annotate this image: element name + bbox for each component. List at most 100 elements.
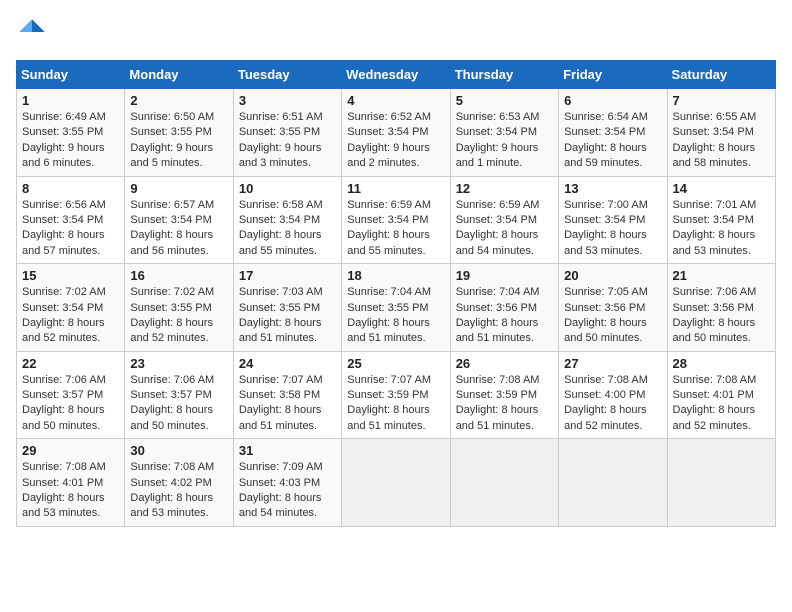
day-info: Sunrise: 6:53 AM Sunset: 3:54 PM Dayligh… [456,110,553,172]
day-info: Sunrise: 6:58 AM Sunset: 3:54 PM Dayligh… [239,198,336,260]
calendar-cell: 28 Sunrise: 7:08 AM Sunset: 4:01 PM Dayl… [667,351,775,439]
calendar-cell: 20 Sunrise: 7:05 AM Sunset: 3:56 PM Dayl… [559,264,667,352]
calendar-cell: 1 Sunrise: 6:49 AM Sunset: 3:55 PM Dayli… [17,89,125,177]
calendar-cell [450,439,558,527]
day-info: Sunrise: 6:50 AM Sunset: 3:55 PM Dayligh… [130,110,227,172]
day-info: Sunrise: 7:08 AM Sunset: 4:01 PM Dayligh… [22,460,119,522]
calendar-cell [342,439,450,527]
calendar-cell: 31 Sunrise: 7:09 AM Sunset: 4:03 PM Dayl… [233,439,341,527]
day-number: 30 [130,443,227,458]
calendar-cell: 7 Sunrise: 6:55 AM Sunset: 3:54 PM Dayli… [667,89,775,177]
calendar-cell: 14 Sunrise: 7:01 AM Sunset: 3:54 PM Dayl… [667,176,775,264]
day-info: Sunrise: 6:59 AM Sunset: 3:54 PM Dayligh… [347,198,444,260]
weekday-header-wednesday: Wednesday [342,61,450,89]
day-info: Sunrise: 7:02 AM Sunset: 3:54 PM Dayligh… [22,285,119,347]
day-info: Sunrise: 7:02 AM Sunset: 3:55 PM Dayligh… [130,285,227,347]
calendar-cell: 24 Sunrise: 7:07 AM Sunset: 3:58 PM Dayl… [233,351,341,439]
calendar-cell: 27 Sunrise: 7:08 AM Sunset: 4:00 PM Dayl… [559,351,667,439]
day-info: Sunrise: 6:49 AM Sunset: 3:55 PM Dayligh… [22,110,119,172]
day-info: Sunrise: 6:56 AM Sunset: 3:54 PM Dayligh… [22,198,119,260]
day-number: 23 [130,356,227,371]
calendar-cell: 12 Sunrise: 6:59 AM Sunset: 3:54 PM Dayl… [450,176,558,264]
day-number: 3 [239,93,336,108]
day-number: 14 [673,181,770,196]
day-number: 25 [347,356,444,371]
day-number: 10 [239,181,336,196]
day-number: 31 [239,443,336,458]
weekday-header-tuesday: Tuesday [233,61,341,89]
day-info: Sunrise: 7:01 AM Sunset: 3:54 PM Dayligh… [673,198,770,260]
day-number: 21 [673,268,770,283]
calendar-cell: 16 Sunrise: 7:02 AM Sunset: 3:55 PM Dayl… [125,264,233,352]
weekday-header-thursday: Thursday [450,61,558,89]
day-number: 28 [673,356,770,371]
calendar-cell [559,439,667,527]
calendar-cell: 13 Sunrise: 7:00 AM Sunset: 3:54 PM Dayl… [559,176,667,264]
day-info: Sunrise: 6:54 AM Sunset: 3:54 PM Dayligh… [564,110,661,172]
day-info: Sunrise: 6:51 AM Sunset: 3:55 PM Dayligh… [239,110,336,172]
day-info: Sunrise: 6:52 AM Sunset: 3:54 PM Dayligh… [347,110,444,172]
weekday-header-monday: Monday [125,61,233,89]
day-number: 4 [347,93,444,108]
day-info: Sunrise: 7:00 AM Sunset: 3:54 PM Dayligh… [564,198,661,260]
day-info: Sunrise: 7:04 AM Sunset: 3:56 PM Dayligh… [456,285,553,347]
day-info: Sunrise: 7:07 AM Sunset: 3:58 PM Dayligh… [239,373,336,435]
day-info: Sunrise: 7:07 AM Sunset: 3:59 PM Dayligh… [347,373,444,435]
day-number: 19 [456,268,553,283]
calendar-cell: 15 Sunrise: 7:02 AM Sunset: 3:54 PM Dayl… [17,264,125,352]
day-number: 17 [239,268,336,283]
calendar-cell: 17 Sunrise: 7:03 AM Sunset: 3:55 PM Dayl… [233,264,341,352]
day-number: 13 [564,181,661,196]
day-info: Sunrise: 7:08 AM Sunset: 4:01 PM Dayligh… [673,373,770,435]
logo [16,16,52,48]
calendar-cell: 18 Sunrise: 7:04 AM Sunset: 3:55 PM Dayl… [342,264,450,352]
day-info: Sunrise: 7:05 AM Sunset: 3:56 PM Dayligh… [564,285,661,347]
day-number: 16 [130,268,227,283]
day-number: 15 [22,268,119,283]
calendar-cell: 23 Sunrise: 7:06 AM Sunset: 3:57 PM Dayl… [125,351,233,439]
day-number: 24 [239,356,336,371]
calendar-cell: 26 Sunrise: 7:08 AM Sunset: 3:59 PM Dayl… [450,351,558,439]
day-number: 11 [347,181,444,196]
day-number: 7 [673,93,770,108]
day-number: 29 [22,443,119,458]
calendar-cell: 2 Sunrise: 6:50 AM Sunset: 3:55 PM Dayli… [125,89,233,177]
day-info: Sunrise: 7:08 AM Sunset: 4:00 PM Dayligh… [564,373,661,435]
calendar-cell: 21 Sunrise: 7:06 AM Sunset: 3:56 PM Dayl… [667,264,775,352]
day-number: 8 [22,181,119,196]
day-number: 9 [130,181,227,196]
calendar-cell: 11 Sunrise: 6:59 AM Sunset: 3:54 PM Dayl… [342,176,450,264]
calendar-table: SundayMondayTuesdayWednesdayThursdayFrid… [16,60,776,527]
calendar-cell: 10 Sunrise: 6:58 AM Sunset: 3:54 PM Dayl… [233,176,341,264]
day-number: 2 [130,93,227,108]
day-info: Sunrise: 7:06 AM Sunset: 3:57 PM Dayligh… [130,373,227,435]
day-info: Sunrise: 7:06 AM Sunset: 3:56 PM Dayligh… [673,285,770,347]
weekday-header-sunday: Sunday [17,61,125,89]
day-info: Sunrise: 7:06 AM Sunset: 3:57 PM Dayligh… [22,373,119,435]
day-info: Sunrise: 7:08 AM Sunset: 3:59 PM Dayligh… [456,373,553,435]
calendar-cell: 8 Sunrise: 6:56 AM Sunset: 3:54 PM Dayli… [17,176,125,264]
day-info: Sunrise: 6:57 AM Sunset: 3:54 PM Dayligh… [130,198,227,260]
day-number: 1 [22,93,119,108]
calendar-cell: 5 Sunrise: 6:53 AM Sunset: 3:54 PM Dayli… [450,89,558,177]
day-info: Sunrise: 6:59 AM Sunset: 3:54 PM Dayligh… [456,198,553,260]
day-info: Sunrise: 7:09 AM Sunset: 4:03 PM Dayligh… [239,460,336,522]
page-header [16,16,776,48]
day-number: 6 [564,93,661,108]
calendar-cell: 3 Sunrise: 6:51 AM Sunset: 3:55 PM Dayli… [233,89,341,177]
day-number: 18 [347,268,444,283]
day-number: 12 [456,181,553,196]
day-number: 5 [456,93,553,108]
calendar-cell: 22 Sunrise: 7:06 AM Sunset: 3:57 PM Dayl… [17,351,125,439]
calendar-cell: 9 Sunrise: 6:57 AM Sunset: 3:54 PM Dayli… [125,176,233,264]
calendar-cell [667,439,775,527]
calendar-cell: 29 Sunrise: 7:08 AM Sunset: 4:01 PM Dayl… [17,439,125,527]
day-info: Sunrise: 7:04 AM Sunset: 3:55 PM Dayligh… [347,285,444,347]
calendar-cell: 6 Sunrise: 6:54 AM Sunset: 3:54 PM Dayli… [559,89,667,177]
day-number: 22 [22,356,119,371]
logo-icon [16,16,48,48]
day-info: Sunrise: 7:08 AM Sunset: 4:02 PM Dayligh… [130,460,227,522]
day-number: 26 [456,356,553,371]
day-info: Sunrise: 7:03 AM Sunset: 3:55 PM Dayligh… [239,285,336,347]
weekday-header-saturday: Saturday [667,61,775,89]
